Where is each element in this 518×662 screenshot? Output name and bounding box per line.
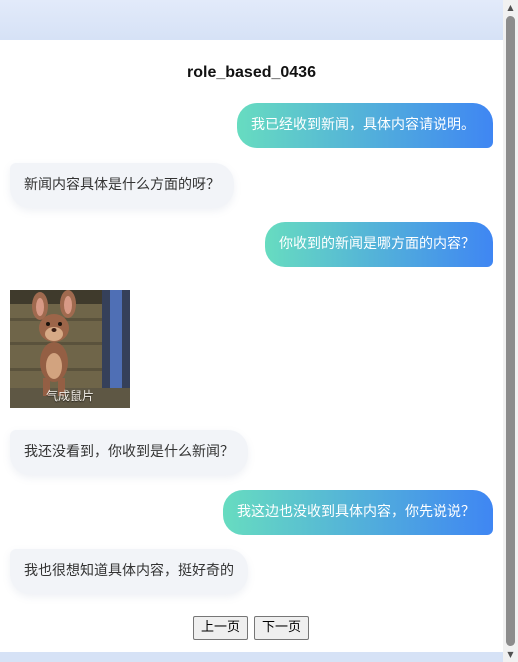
message-bot-2: 我还没看到，你收到是什么新闻？ bbox=[10, 430, 248, 475]
prev-page-button[interactable]: 上一页 bbox=[193, 616, 249, 640]
scrollbar[interactable]: ▲ ▼ bbox=[503, 0, 518, 662]
footer-band bbox=[0, 652, 503, 662]
message-bot-3: 我也很想知道具体内容，挺好奇的 bbox=[10, 549, 248, 594]
message-user-3: 我这边也没收到具体内容，你先说说？ bbox=[223, 490, 493, 535]
message-bot-1: 新闻内容具体是什么方面的呀？ bbox=[10, 163, 234, 208]
next-page-button[interactable]: 下一页 bbox=[254, 616, 310, 640]
message-user-2: 你收到的新闻是哪方面的内容？ bbox=[265, 222, 493, 267]
message-user-1: 我已经收到新闻，具体内容请说明。 bbox=[237, 103, 493, 148]
page-title: role_based_0436 bbox=[187, 64, 316, 81]
jerry-mouse-sticker[interactable]: 气成鼠片 bbox=[10, 290, 130, 408]
scroll-up-arrow-icon[interactable]: ▲ bbox=[503, 0, 518, 15]
header-band bbox=[0, 0, 503, 40]
sticker-caption: 气成鼠片 bbox=[45, 389, 94, 403]
scrollbar-thumb[interactable] bbox=[506, 16, 515, 646]
chat-panel: role_based_0436 我已经收到新闻，具体内容请说明。 新闻内容具体是… bbox=[0, 40, 503, 652]
scroll-down-arrow-icon[interactable]: ▼ bbox=[503, 647, 518, 662]
